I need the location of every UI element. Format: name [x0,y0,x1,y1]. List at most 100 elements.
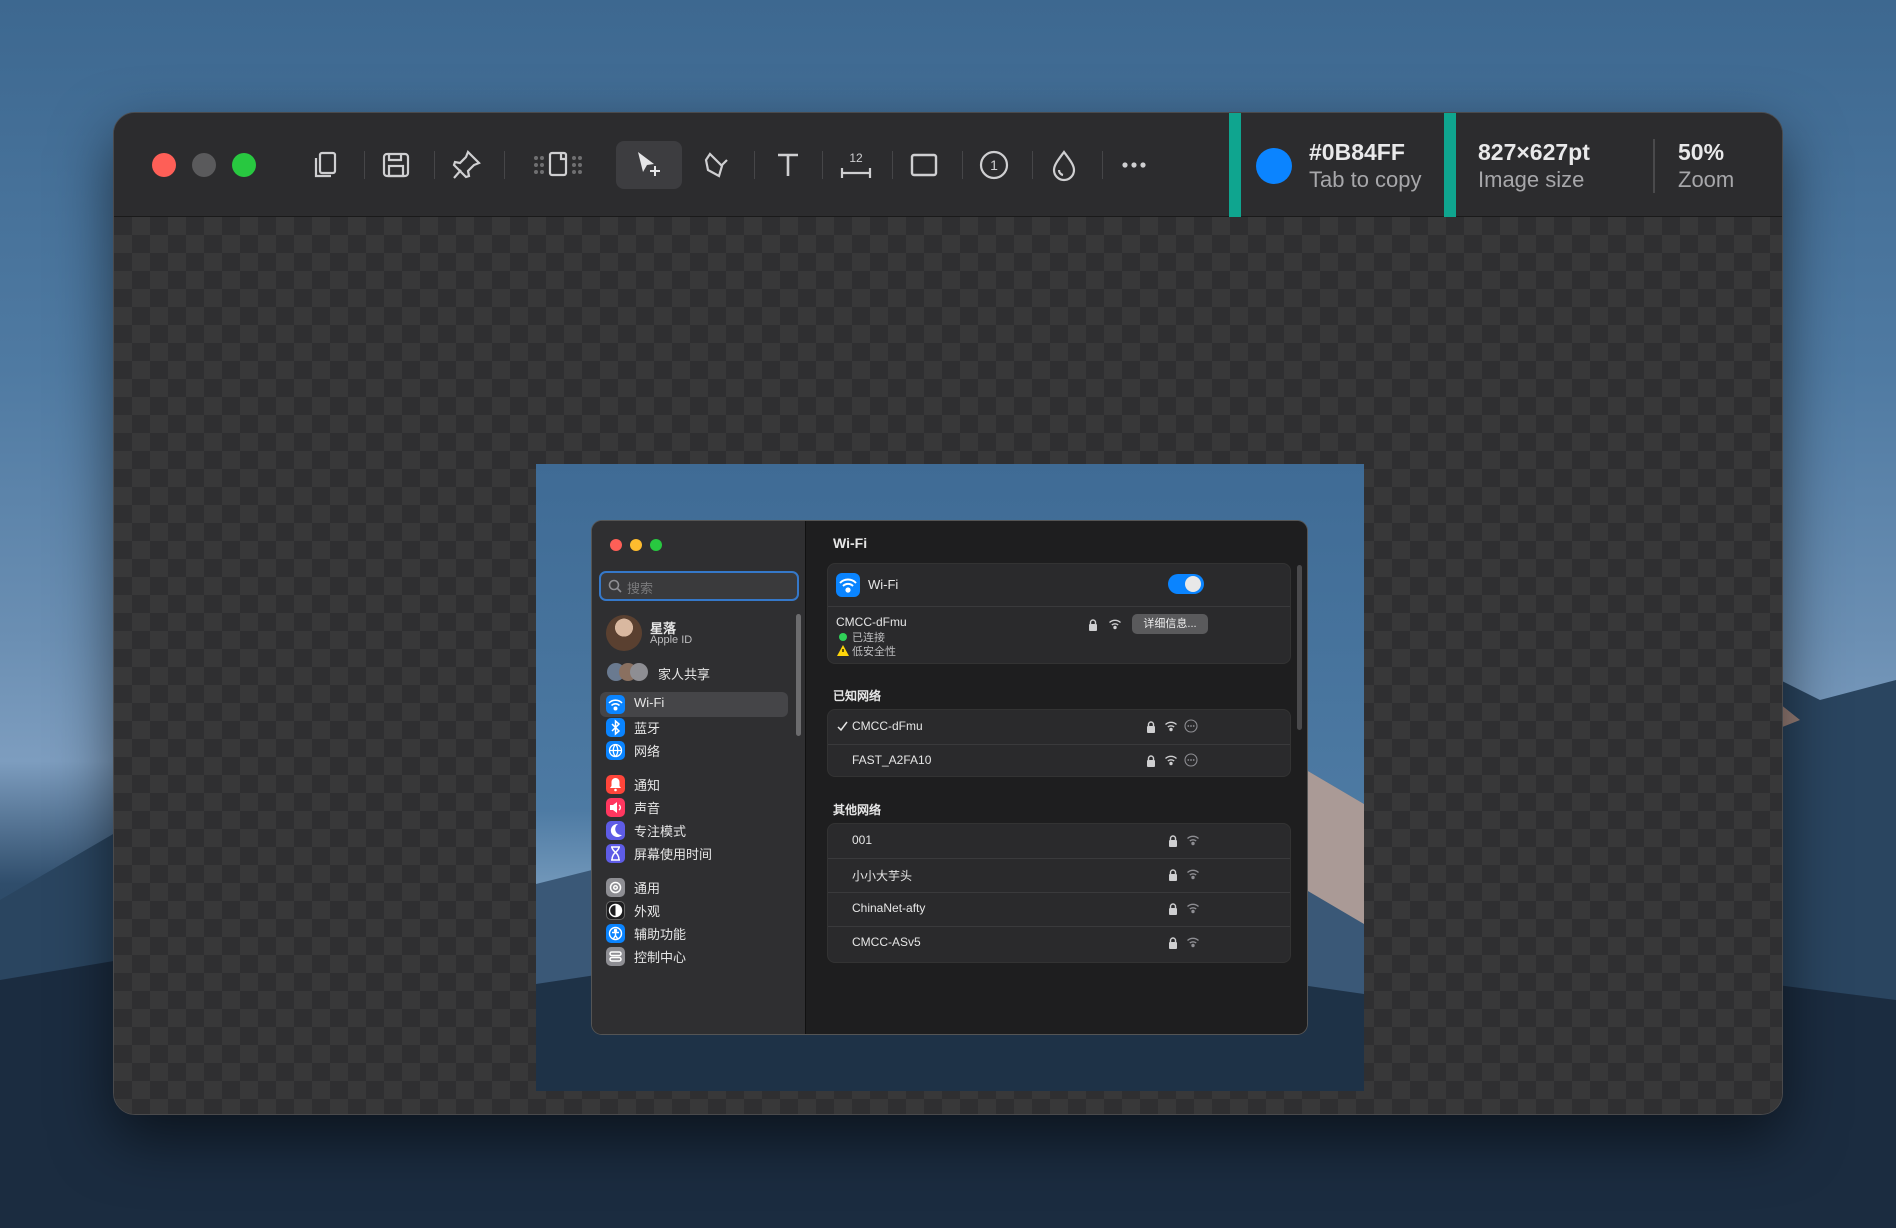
image-size-label: Image size [1478,167,1585,192]
sidebar-item-general[interactable]: 通用 [600,875,788,900]
search-placeholder: 搜索 [627,581,654,596]
pen-icon[interactable] [694,141,742,189]
text-icon[interactable] [764,141,812,189]
sidebar-item-notifications[interactable]: 通知 [600,772,788,797]
known-networks-title: 已知网络 [833,689,882,703]
lock-icon [1089,619,1097,631]
lock-icon [1147,721,1155,733]
bluetooth-icon [606,718,625,737]
known-networks-card: CMCC-dFmu FAST_A2FA10 [827,709,1291,777]
zoom-value: 50% [1678,139,1725,165]
avatar[interactable] [606,615,642,651]
list-item[interactable]: FAST_A2FA10 [828,744,1290,778]
sidebar-item-bluetooth[interactable]: 蓝牙 [600,715,788,740]
measure-icon[interactable]: 12 [832,141,880,189]
minimize-button[interactable] [192,153,216,177]
globe-icon [606,741,625,760]
canvas[interactable]: 搜索 星落 Apple ID 家人共享 Wi-Fi 蓝牙 网络 通知 声音 专注… [114,217,1782,1114]
wifi-icon [836,573,860,597]
page-title: Wi-Fi [833,535,868,551]
accessibility-icon [606,924,625,943]
lock-icon [1169,869,1177,881]
sidebar-item-control-center[interactable]: 控制中心 [600,944,788,969]
speaker-icon [606,798,625,817]
settings-close-button[interactable] [610,539,622,551]
copy-icon[interactable] [302,141,350,189]
family-sharing[interactable]: 家人共享 [658,664,710,683]
more-options-icon[interactable] [1184,719,1198,733]
svg-text:12: 12 [849,151,863,165]
other-network-name: 小小大芋头 [852,869,913,883]
other-network-name: 001 [852,833,873,847]
search-icon [608,579,622,593]
screenshot-image[interactable]: 搜索 星落 Apple ID 家人共享 Wi-Fi 蓝牙 网络 通知 声音 专注… [536,464,1364,1091]
rectangle-icon[interactable] [900,141,948,189]
sidebar-item-sound[interactable]: 声音 [600,795,788,820]
list-item[interactable]: 小小大芋头 [828,858,1290,892]
list-item[interactable]: ChinaNet-afty [828,892,1290,926]
family-icon [607,663,648,681]
list-item[interactable]: CMCC-ASv5 [828,926,1290,960]
wifi-card: Wi-Fi CMCC-dFmu 已连接 低安全性 详细信息... [827,563,1291,664]
system-settings-window: 搜索 星落 Apple ID 家人共享 Wi-Fi 蓝牙 网络 通知 声音 专注… [591,520,1308,1035]
pin-icon[interactable] [442,141,490,189]
settings-main: Wi-Fi Wi-Fi CMCC-dFmu 已连接 低安全性 详细信息... 已… [807,521,1307,1034]
other-network-name: CMCC-ASv5 [852,935,921,949]
sidebar-item-focus[interactable]: 专注模式 [600,818,788,843]
sidebar-item-wifi[interactable]: Wi-Fi [600,692,788,717]
save-icon[interactable] [372,141,420,189]
other-network-name: ChinaNet-afty [852,901,926,915]
current-network-name: CMCC-dFmu [836,615,907,629]
zoom-button[interactable] [232,153,256,177]
account-sub: Apple ID [650,634,693,646]
sidebar-item-accessibility[interactable]: 辅助功能 [600,921,788,946]
wifi-signal-icon [1187,937,1199,948]
wifi-toggle-label: Wi-Fi [868,577,899,592]
app-window: 12 1 #0B84FF Tab to copy 827×627pt Image… [113,112,1783,1115]
wifi-signal-icon [1187,835,1199,846]
other-networks-title: 其他网络 [833,803,882,817]
zoom-label: Zoom [1678,167,1735,192]
counter-icon[interactable]: 1 [970,141,1018,189]
select-icon[interactable] [616,141,682,189]
details-button[interactable]: 详细信息... [1132,614,1208,634]
other-networks-card: 001 小小大芋头 ChinaNet-afty CMCC-ASv5 [827,823,1291,963]
wifi-signal-icon [1165,721,1177,732]
sidebar-scrollbar[interactable] [796,614,801,736]
list-item[interactable]: CMCC-dFmu [828,710,1290,744]
more-options-icon[interactable] [1184,753,1198,767]
appearance-icon [606,901,625,920]
lock-icon [1169,835,1177,847]
bell-icon [606,775,625,794]
sidebar-item-screen-time[interactable]: 屏幕使用时间 [600,841,788,866]
wifi-icon [606,695,625,714]
connected-dot-icon [839,633,847,641]
close-button[interactable] [152,153,176,177]
lock-icon [1169,937,1177,949]
more-icon[interactable] [1110,141,1158,189]
wifi-signal-icon [1109,619,1121,630]
wifi-signal-icon [1187,903,1199,914]
control-center-icon [606,947,625,966]
wifi-toggle[interactable] [1168,574,1204,594]
sidebar-item-network[interactable]: 网络 [600,738,788,763]
moon-icon [606,821,625,840]
wifi-signal-icon [1187,869,1199,880]
svg-text:1: 1 [990,157,998,173]
lock-icon [1169,903,1177,915]
settings-sidebar: 搜索 星落 Apple ID 家人共享 Wi-Fi 蓝牙 网络 通知 声音 专注… [592,521,806,1034]
known-network-name: CMCC-dFmu [852,719,923,733]
hourglass-icon [606,844,625,863]
settings-zoom-button[interactable] [650,539,662,551]
main-scrollbar[interactable] [1297,565,1302,730]
list-item[interactable]: 001 [828,824,1290,858]
settings-minimize-button[interactable] [630,539,642,551]
resize-icon[interactable] [524,141,594,189]
wifi-signal-icon [1165,755,1177,766]
warning-icon [837,645,849,656]
sidebar-item-appearance[interactable]: 外观 [600,898,788,923]
color-picker-icon[interactable] [1040,141,1088,189]
checkmark-icon [837,721,848,732]
security-warning: 低安全性 [852,646,896,658]
search-input[interactable]: 搜索 [599,571,799,601]
